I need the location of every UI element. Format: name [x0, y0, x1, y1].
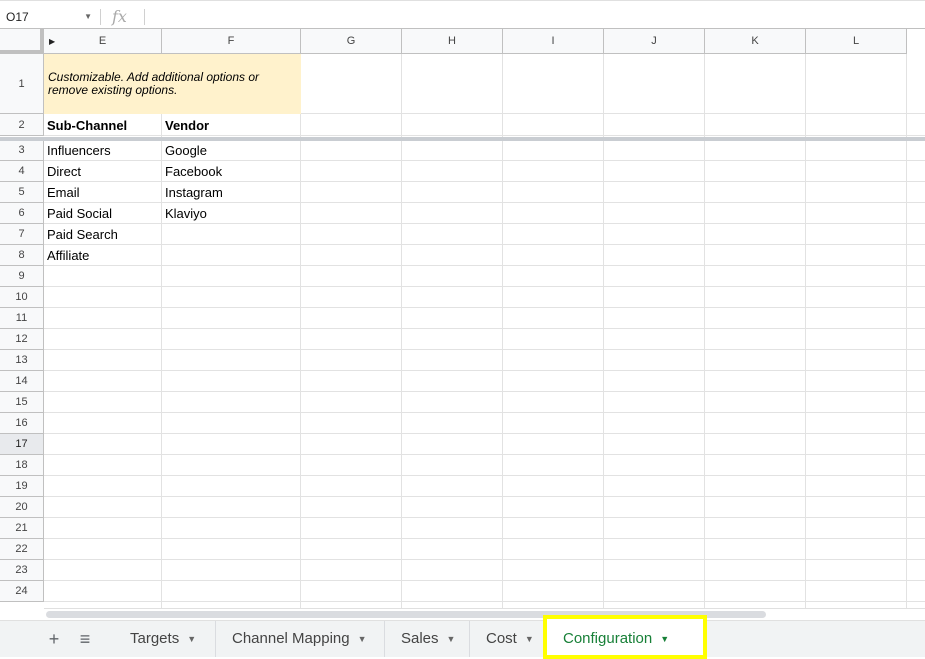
row-header-10[interactable]: 10: [0, 287, 44, 308]
column-header-g[interactable]: G: [301, 29, 402, 54]
list-icon: ≡: [79, 629, 91, 649]
row-header-14[interactable]: 14: [0, 371, 44, 392]
gridline: [44, 475, 925, 476]
row-header-2[interactable]: 2: [0, 114, 44, 136]
gridline: [44, 538, 925, 539]
column-header-j[interactable]: J: [604, 29, 705, 54]
divider: [144, 9, 145, 25]
column-header-k[interactable]: K: [705, 29, 806, 54]
row-header-6[interactable]: 6: [0, 203, 44, 224]
tab-targets[interactable]: Targets ▼: [114, 621, 216, 657]
column-header-f[interactable]: F: [162, 29, 301, 54]
vendor-cell[interactable]: Instagram: [162, 183, 301, 203]
gridline: [44, 580, 925, 581]
tab-label: Channel Mapping: [232, 630, 350, 647]
expand-hidden-columns-icon[interactable]: ▶: [49, 29, 55, 54]
column-headers: ▶ E F G H I J K L: [44, 29, 925, 54]
tab-sales[interactable]: Sales ▼: [385, 621, 470, 657]
sub-channel-cell[interactable]: Affiliate: [44, 246, 162, 266]
row-header-17[interactable]: 17: [0, 434, 44, 455]
cell-reference: O17: [6, 10, 29, 24]
chevron-down-icon[interactable]: ▼: [525, 634, 534, 644]
sub-channel-cell[interactable]: Influencers: [44, 141, 162, 161]
chevron-down-icon[interactable]: ▼: [447, 634, 456, 644]
gridline: [44, 307, 925, 308]
gridline: [44, 370, 925, 371]
sub-channel-cell[interactable]: Paid Search: [44, 225, 162, 245]
sub-channel-cell[interactable]: Direct: [44, 162, 162, 182]
gridline: [44, 433, 925, 434]
chevron-down-icon[interactable]: ▼: [358, 634, 367, 644]
row-header-23[interactable]: 23: [0, 560, 44, 581]
row-header-4[interactable]: 4: [0, 161, 44, 182]
formula-bar: O17 ▼ fx: [0, 0, 925, 29]
gridline: [44, 412, 925, 413]
row-header-19[interactable]: 19: [0, 476, 44, 497]
divider: [100, 9, 101, 25]
row-header-13[interactable]: 13: [0, 350, 44, 371]
gridline: [44, 454, 925, 455]
row-header-21[interactable]: 21: [0, 518, 44, 539]
row-header-18[interactable]: 18: [0, 455, 44, 476]
row-header-22[interactable]: 22: [0, 539, 44, 560]
tab-label: Sales: [401, 630, 439, 647]
name-box[interactable]: O17 ▼: [0, 6, 98, 28]
column-header-i[interactable]: I: [503, 29, 604, 54]
vendor-cell[interactable]: Google: [162, 141, 301, 161]
gridline: [44, 601, 925, 602]
select-all-corner[interactable]: [0, 29, 44, 54]
sub-channel-cell[interactable]: Email: [44, 183, 162, 203]
chevron-down-icon[interactable]: ▼: [660, 634, 669, 644]
row-header-5[interactable]: 5: [0, 182, 44, 203]
row-header-3[interactable]: 3: [0, 140, 44, 161]
vendor-cell[interactable]: Klaviyo: [162, 204, 301, 224]
gridline: [44, 391, 925, 392]
fx-icon: fx: [112, 7, 127, 26]
row-header-20[interactable]: 20: [0, 497, 44, 518]
row-header-12[interactable]: 12: [0, 329, 44, 350]
gridline: [44, 265, 925, 266]
chevron-down-icon[interactable]: ▼: [84, 6, 92, 28]
gridline: [44, 559, 925, 560]
row-header-8[interactable]: 8: [0, 245, 44, 266]
tab-label: Cost: [486, 630, 517, 647]
all-sheets-button[interactable]: ≡: [72, 621, 98, 658]
column-letter: E: [98, 35, 107, 47]
formula-input[interactable]: [150, 6, 910, 28]
tab-configuration[interactable]: Configuration ▼: [543, 615, 707, 659]
row-header-24[interactable]: 24: [0, 581, 44, 602]
header-sub-channel[interactable]: Sub-Channel: [44, 115, 162, 137]
column-header-h[interactable]: H: [402, 29, 503, 54]
gridline: [44, 244, 925, 245]
spreadsheet-grid: ▶ E F G H I J K L 1 2 3 4 5 6 7 8 9 10 11 12 13 14 15 16 17 18 19 2…: [0, 29, 925, 608]
row-header-1[interactable]: 1: [0, 54, 44, 114]
row-header-7[interactable]: 7: [0, 224, 44, 245]
chevron-down-icon[interactable]: ▼: [187, 634, 196, 644]
column-header-l[interactable]: L: [806, 29, 907, 54]
sheet-tab-bar: + ≡ Targets ▼ Channel Mapping ▼ Sales ▼ Cos…: [0, 615, 925, 659]
tab-channel-mapping[interactable]: Channel Mapping ▼: [216, 621, 385, 657]
gridline: [44, 517, 925, 518]
row-header-15[interactable]: 15: [0, 392, 44, 413]
instruction-note[interactable]: Customizable. Add additional options or …: [44, 54, 301, 114]
row-header-16[interactable]: 16: [0, 413, 44, 434]
plus-icon: +: [48, 629, 60, 649]
gridline: [44, 286, 925, 287]
gridline: [44, 328, 925, 329]
row-header-11[interactable]: 11: [0, 308, 44, 329]
tab-label: Targets: [130, 630, 180, 647]
tab-cost[interactable]: Cost ▼: [470, 621, 548, 657]
sub-channel-cell[interactable]: Paid Social: [44, 204, 162, 224]
vendor-cell[interactable]: Facebook: [162, 162, 301, 182]
header-vendor[interactable]: Vendor: [162, 115, 301, 137]
column-header-e[interactable]: ▶ E: [44, 29, 162, 54]
add-sheet-button[interactable]: +: [41, 621, 67, 658]
gridline: [44, 349, 925, 350]
gridline: [44, 496, 925, 497]
tab-label: Configuration: [563, 630, 653, 647]
row-header-9[interactable]: 9: [0, 266, 44, 287]
